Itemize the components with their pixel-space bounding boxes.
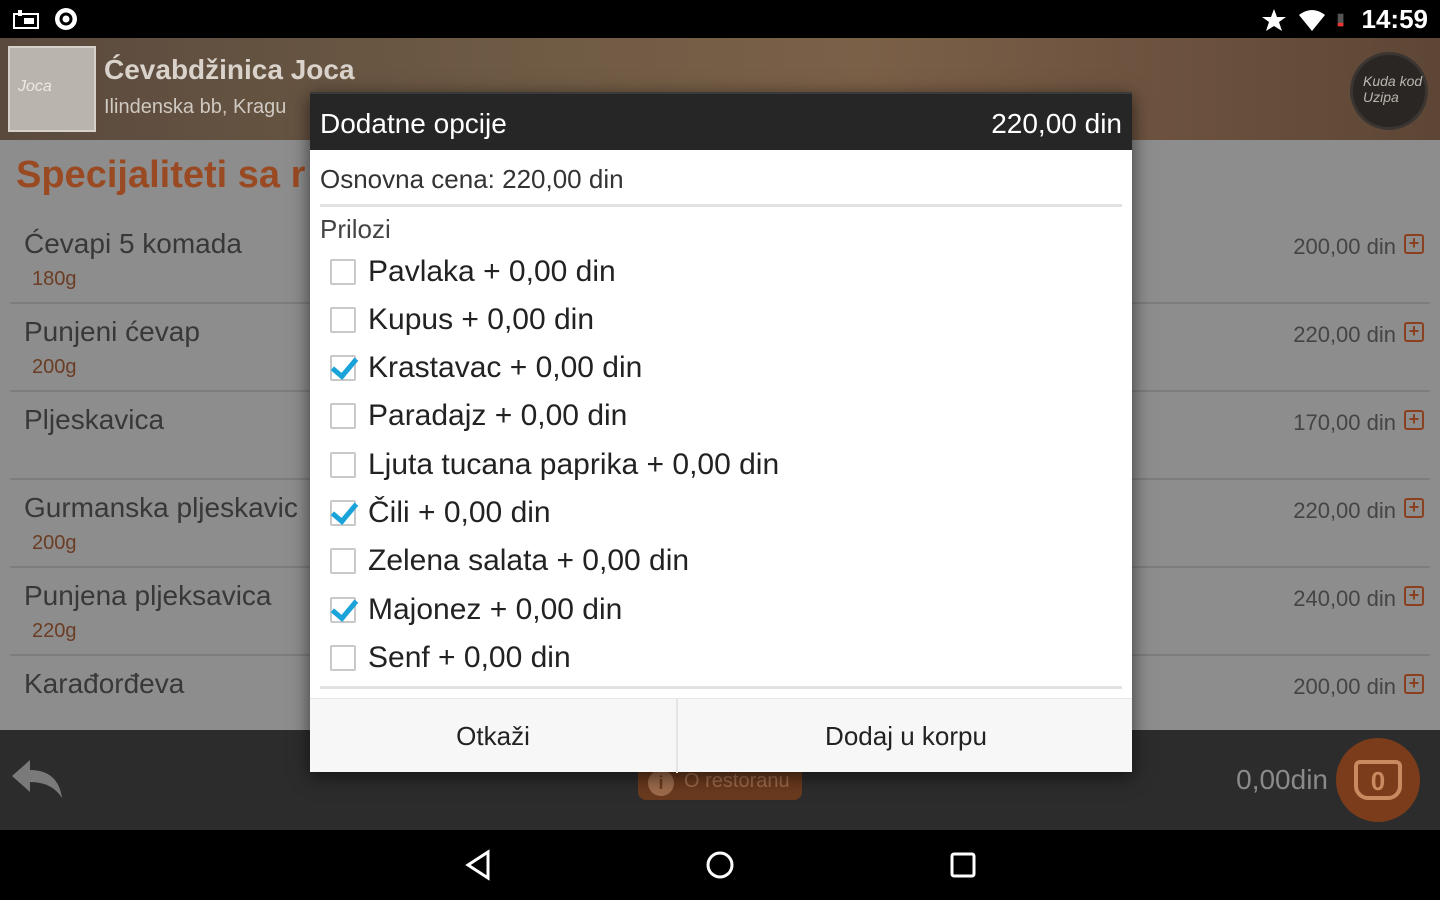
item-price: 240,00 din xyxy=(1293,586,1396,611)
option-zelena-salata[interactable]: Zelena salata + 0,00 din xyxy=(330,539,689,583)
section-title: Specijaliteti sa r xyxy=(16,154,306,196)
item-weight: 220g xyxy=(32,620,77,642)
cart-total: 0,00din xyxy=(1236,764,1328,795)
item-name: Pljeskavica xyxy=(24,404,165,435)
option-label: Senf + 0,00 din xyxy=(368,641,571,674)
option-label: Ljuta tucana paprika + 0,00 din xyxy=(368,448,780,481)
cart-button[interactable]: 0 xyxy=(1336,738,1420,822)
checkbox[interactable] xyxy=(330,355,356,381)
option-label: Pavlaka + 0,00 din xyxy=(368,255,616,288)
dialog-price: 220,00 din xyxy=(991,108,1122,139)
dialog-buttons: Otkaži Dodaj u korpu xyxy=(310,698,1132,773)
add-to-cart-icon[interactable]: + xyxy=(1404,498,1424,518)
star-icon xyxy=(1261,8,1286,31)
checkbox[interactable] xyxy=(330,452,356,478)
option-label: Paradajz + 0,00 din xyxy=(368,399,628,432)
add-to-cart-icon[interactable]: + xyxy=(1404,674,1424,694)
nav-recents-icon[interactable] xyxy=(946,848,980,882)
brand-badge[interactable]: Kuda kod Uzipa xyxy=(1350,52,1428,130)
add-to-cart-button[interactable]: Dodaj u korpu xyxy=(680,699,1132,773)
option-cili[interactable]: Čili + 0,00 din xyxy=(330,491,551,535)
group-label: Prilozi xyxy=(320,214,391,244)
cart-count: 0 xyxy=(1370,766,1386,796)
item-price: 200,00 din xyxy=(1293,234,1396,259)
option-pavlaka[interactable]: Pavlaka + 0,00 din xyxy=(330,250,616,294)
checkbox[interactable] xyxy=(330,259,356,285)
clock: 14:59 xyxy=(1361,4,1429,34)
item-weight: 180g xyxy=(32,268,77,290)
logo-text: Joca xyxy=(18,78,52,95)
add-to-cart-icon[interactable]: + xyxy=(1404,410,1424,430)
item-weight: 200g xyxy=(32,356,77,378)
add-to-cart-icon[interactable]: + xyxy=(1404,586,1424,606)
back-arrow-icon[interactable] xyxy=(8,752,68,806)
info-icon: i xyxy=(648,770,674,796)
item-price: 220,00 din xyxy=(1293,498,1396,523)
checkbox[interactable] xyxy=(330,500,356,526)
option-senf[interactable]: Senf + 0,00 din xyxy=(330,636,571,680)
status-bar: 14:59 xyxy=(0,0,1440,38)
checkbox[interactable] xyxy=(330,645,356,671)
option-label: Zelena salata + 0,00 din xyxy=(368,544,690,577)
option-label: Krastavac + 0,00 din xyxy=(368,351,643,384)
item-weight: 200g xyxy=(32,532,77,554)
restaurant-logo: Joca xyxy=(8,46,96,132)
divider xyxy=(320,204,1122,207)
item-name: Ćevapi 5 komada xyxy=(24,228,242,259)
restaurant-address: Ilindenska bb, Kragu xyxy=(104,96,287,118)
badge-text: Kuda kod Uzipa xyxy=(1363,73,1423,105)
item-name: Punjena pljeksavica xyxy=(24,580,272,611)
dialog-title: Dodatne opcije xyxy=(320,108,507,139)
item-price: 200,00 din xyxy=(1293,674,1396,699)
restaurant-name: Ćevabdžinica Joca xyxy=(104,54,355,85)
wifi-icon xyxy=(1298,9,1325,31)
nav-back-icon[interactable] xyxy=(462,848,496,882)
battery-icon xyxy=(1337,13,1343,26)
option-label: Majonez + 0,00 din xyxy=(368,593,623,626)
checkbox[interactable] xyxy=(330,307,356,333)
additional-options-dialog: Dodatne opcije 220,00 din Osnovna cena: … xyxy=(310,92,1132,773)
option-paradajz[interactable]: Paradajz + 0,00 din xyxy=(330,394,627,438)
checkbox[interactable] xyxy=(330,403,356,429)
option-label: Čili + 0,00 din xyxy=(368,496,551,529)
add-to-cart-icon[interactable]: + xyxy=(1404,234,1424,254)
option-label: Kupus + 0,00 din xyxy=(368,303,595,336)
item-price: 170,00 din xyxy=(1293,410,1396,435)
divider xyxy=(320,686,1122,689)
item-name: Karađorđeva xyxy=(24,668,185,699)
item-name: Gurmanska pljeskavic xyxy=(24,492,298,523)
storage-icon xyxy=(13,10,39,29)
option-majonez[interactable]: Majonez + 0,00 din xyxy=(330,588,622,632)
checkbox[interactable] xyxy=(330,548,356,574)
add-to-cart-icon[interactable]: + xyxy=(1404,322,1424,342)
about-restaurant-label: O restoranu xyxy=(684,770,790,792)
dialog-header: Dodatne opcije 220,00 din xyxy=(310,92,1132,150)
cancel-button[interactable]: Otkaži xyxy=(310,699,678,773)
option-kupus[interactable]: Kupus + 0,00 din xyxy=(330,298,594,342)
nav-home-icon[interactable] xyxy=(703,848,737,882)
checkbox[interactable] xyxy=(330,597,356,623)
option-krastavac[interactable]: Krastavac + 0,00 din xyxy=(330,346,642,390)
navigation-bar xyxy=(0,830,1440,900)
item-name: Punjeni ćevap xyxy=(24,316,200,347)
sync-icon xyxy=(55,8,77,30)
option-ljuta-tucana-paprika[interactable]: Ljuta tucana paprika + 0,00 din xyxy=(330,443,779,487)
item-price: 220,00 din xyxy=(1293,322,1396,347)
base-price: Osnovna cena: 220,00 din xyxy=(320,164,624,194)
